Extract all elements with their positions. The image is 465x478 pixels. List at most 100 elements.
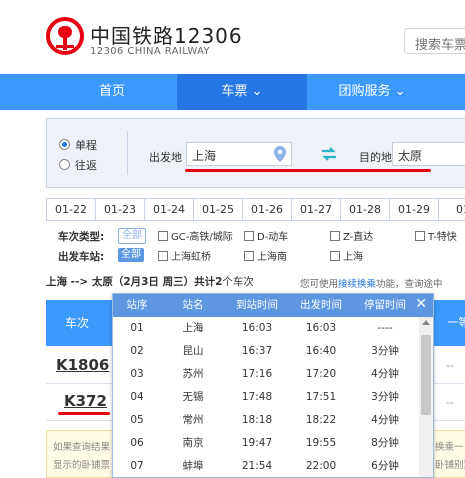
col-depart-header: 出发时间	[300, 299, 342, 311]
t-checkbox[interactable]	[415, 231, 425, 241]
from-station-input[interactable]: 上海	[186, 142, 292, 166]
stop-stay: 3分钟	[371, 391, 399, 403]
date-tabs: 01-22 01-23 01-24 01-25 01-26 01-27 01-2…	[46, 198, 465, 221]
logo-title[interactable]: 中国铁路12306	[90, 20, 243, 49]
railway-logo-icon[interactable]	[46, 17, 84, 55]
stop-arrive: 16:03	[241, 322, 273, 334]
logo-subtitle: 12306 CHINA RAILWAY	[90, 46, 211, 57]
notice-prefix: 您可使用	[300, 279, 339, 290]
stop-stay: 8分钟	[371, 437, 399, 449]
train-type-label: 车次类型:	[58, 231, 105, 243]
panel-divider	[127, 131, 128, 175]
nav-item-home[interactable]: 首页	[47, 74, 177, 110]
stop-arrive: 17:48	[241, 391, 273, 403]
stop-row: 03 苏州 17:16 17:20 4分钟	[113, 363, 419, 386]
date-tab[interactable]: 01-25	[194, 199, 243, 220]
stop-arrive: 16:37	[241, 345, 273, 357]
stop-row: 06 南京 19:47 19:55 8分钟	[113, 432, 419, 455]
stop-seq: 03	[130, 368, 144, 380]
station-all-button[interactable]: 全部	[118, 248, 144, 262]
nav-item-group-service[interactable]: 团购服务 ⌄	[307, 74, 437, 110]
stop-seq: 05	[130, 414, 144, 426]
date-tab[interactable]: 01-26	[243, 199, 292, 220]
date-tab[interactable]: 01	[439, 199, 465, 220]
first-class-column-header[interactable]: 一等座	[444, 300, 465, 346]
stop-name: 蚌埠	[182, 460, 204, 472]
round-trip-radio[interactable]	[59, 159, 70, 170]
from-station-value: 上海	[192, 149, 217, 163]
date-tab[interactable]: 01-24	[145, 199, 194, 220]
main-nav: 首页 车票 ⌄ 团购服务 ⌄	[0, 74, 465, 110]
stop-depart: 17:51	[305, 391, 337, 403]
shanghai-checkbox[interactable]	[330, 251, 340, 261]
from-label: 出发地	[149, 151, 182, 164]
seat-value: --	[446, 396, 454, 409]
t-label[interactable]: T-特快	[428, 228, 457, 243]
highlight-underline	[185, 169, 431, 172]
stop-name: 苏州	[182, 368, 204, 380]
site-search-placeholder: 搜索车票	[415, 38, 465, 53]
train-type-all-button[interactable]: 全部	[118, 228, 146, 244]
hongqiao-label[interactable]: 上海虹桥	[171, 248, 211, 263]
stop-row: 01 上海 16:03 16:03 ----	[113, 317, 419, 340]
stop-arrive: 21:54	[241, 460, 273, 472]
site-header: 中国铁路12306 12306 CHINA RAILWAY 搜索车票	[0, 0, 465, 74]
stop-seq: 01	[130, 322, 144, 334]
stop-arrive: 19:47	[241, 437, 273, 449]
tip-line: 换乘一	[435, 442, 464, 453]
shanghai-label[interactable]: 上海	[343, 248, 363, 263]
one-way-label[interactable]: 单程	[75, 137, 97, 153]
scrollbar-thumb[interactable]	[421, 335, 431, 415]
nav-item-tickets[interactable]: 车票 ⌄	[177, 74, 307, 110]
train-number-link[interactable]: K372	[64, 392, 107, 410]
stop-depart: 16:03	[305, 322, 337, 334]
gc-checkbox[interactable]	[158, 231, 168, 241]
z-checkbox[interactable]	[330, 231, 340, 241]
round-trip-label[interactable]: 往返	[75, 157, 97, 173]
stop-depart: 18:22	[305, 414, 337, 426]
stop-stay: 3分钟	[371, 345, 399, 357]
hongqiao-checkbox[interactable]	[158, 251, 168, 261]
summary-route: 上海 --> 太原（2月3日 周三）共计	[46, 276, 216, 288]
transfer-link[interactable]: 接续换乘	[338, 279, 376, 290]
location-pin-icon[interactable]	[274, 146, 286, 162]
stop-stay: ----	[377, 322, 393, 334]
site-search-input[interactable]: 搜索车票	[404, 28, 465, 54]
d-label[interactable]: D-动车	[257, 228, 288, 243]
train-column-header[interactable]: 车次	[46, 300, 108, 346]
departure-station-label: 出发车站:	[58, 251, 105, 263]
to-station-input[interactable]: 太原	[392, 142, 465, 166]
stop-row: 02 昆山 16:37 16:40 3分钟	[113, 340, 419, 363]
d-checkbox[interactable]	[244, 231, 254, 241]
one-way-radio[interactable]	[59, 139, 70, 150]
popup-scrollbar[interactable]	[419, 317, 433, 477]
date-tab[interactable]: 01-22	[47, 199, 96, 220]
date-tab[interactable]: 01-23	[96, 199, 145, 220]
stop-name: 常州	[182, 414, 204, 426]
stop-seq: 02	[130, 345, 144, 357]
train-number-link[interactable]: K1806	[56, 356, 109, 374]
shanghai-south-checkbox[interactable]	[244, 251, 254, 261]
swap-icon[interactable]	[321, 147, 337, 161]
col-station-header: 站名	[182, 299, 204, 311]
tip-line: 如果查询结果	[53, 442, 111, 453]
stop-arrive: 17:16	[241, 368, 273, 380]
stop-row: 05 常州 18:18 18:22 4分钟	[113, 409, 419, 432]
close-icon[interactable]: ✕	[415, 296, 427, 312]
gc-label[interactable]: GC-高铁/城际	[171, 228, 233, 243]
stop-depart: 22:00	[305, 460, 337, 472]
scroll-up-icon[interactable]	[422, 320, 430, 325]
shanghai-south-label[interactable]: 上海南	[257, 248, 287, 263]
col-seq-header: 站序	[126, 299, 148, 311]
z-label[interactable]: Z-直达	[343, 228, 373, 243]
to-label: 目的地	[359, 151, 392, 164]
date-tab[interactable]: 01-28	[341, 199, 390, 220]
stop-seq: 07	[130, 460, 144, 472]
col-arrive-header: 到站时间	[236, 299, 278, 311]
stop-stay: 4分钟	[371, 368, 399, 380]
date-tab[interactable]: 01-27	[292, 199, 341, 220]
stop-arrive: 18:18	[241, 414, 273, 426]
stop-name: 南京	[182, 437, 204, 449]
stop-name: 昆山	[182, 345, 204, 357]
date-tab[interactable]: 01-29	[390, 199, 439, 220]
